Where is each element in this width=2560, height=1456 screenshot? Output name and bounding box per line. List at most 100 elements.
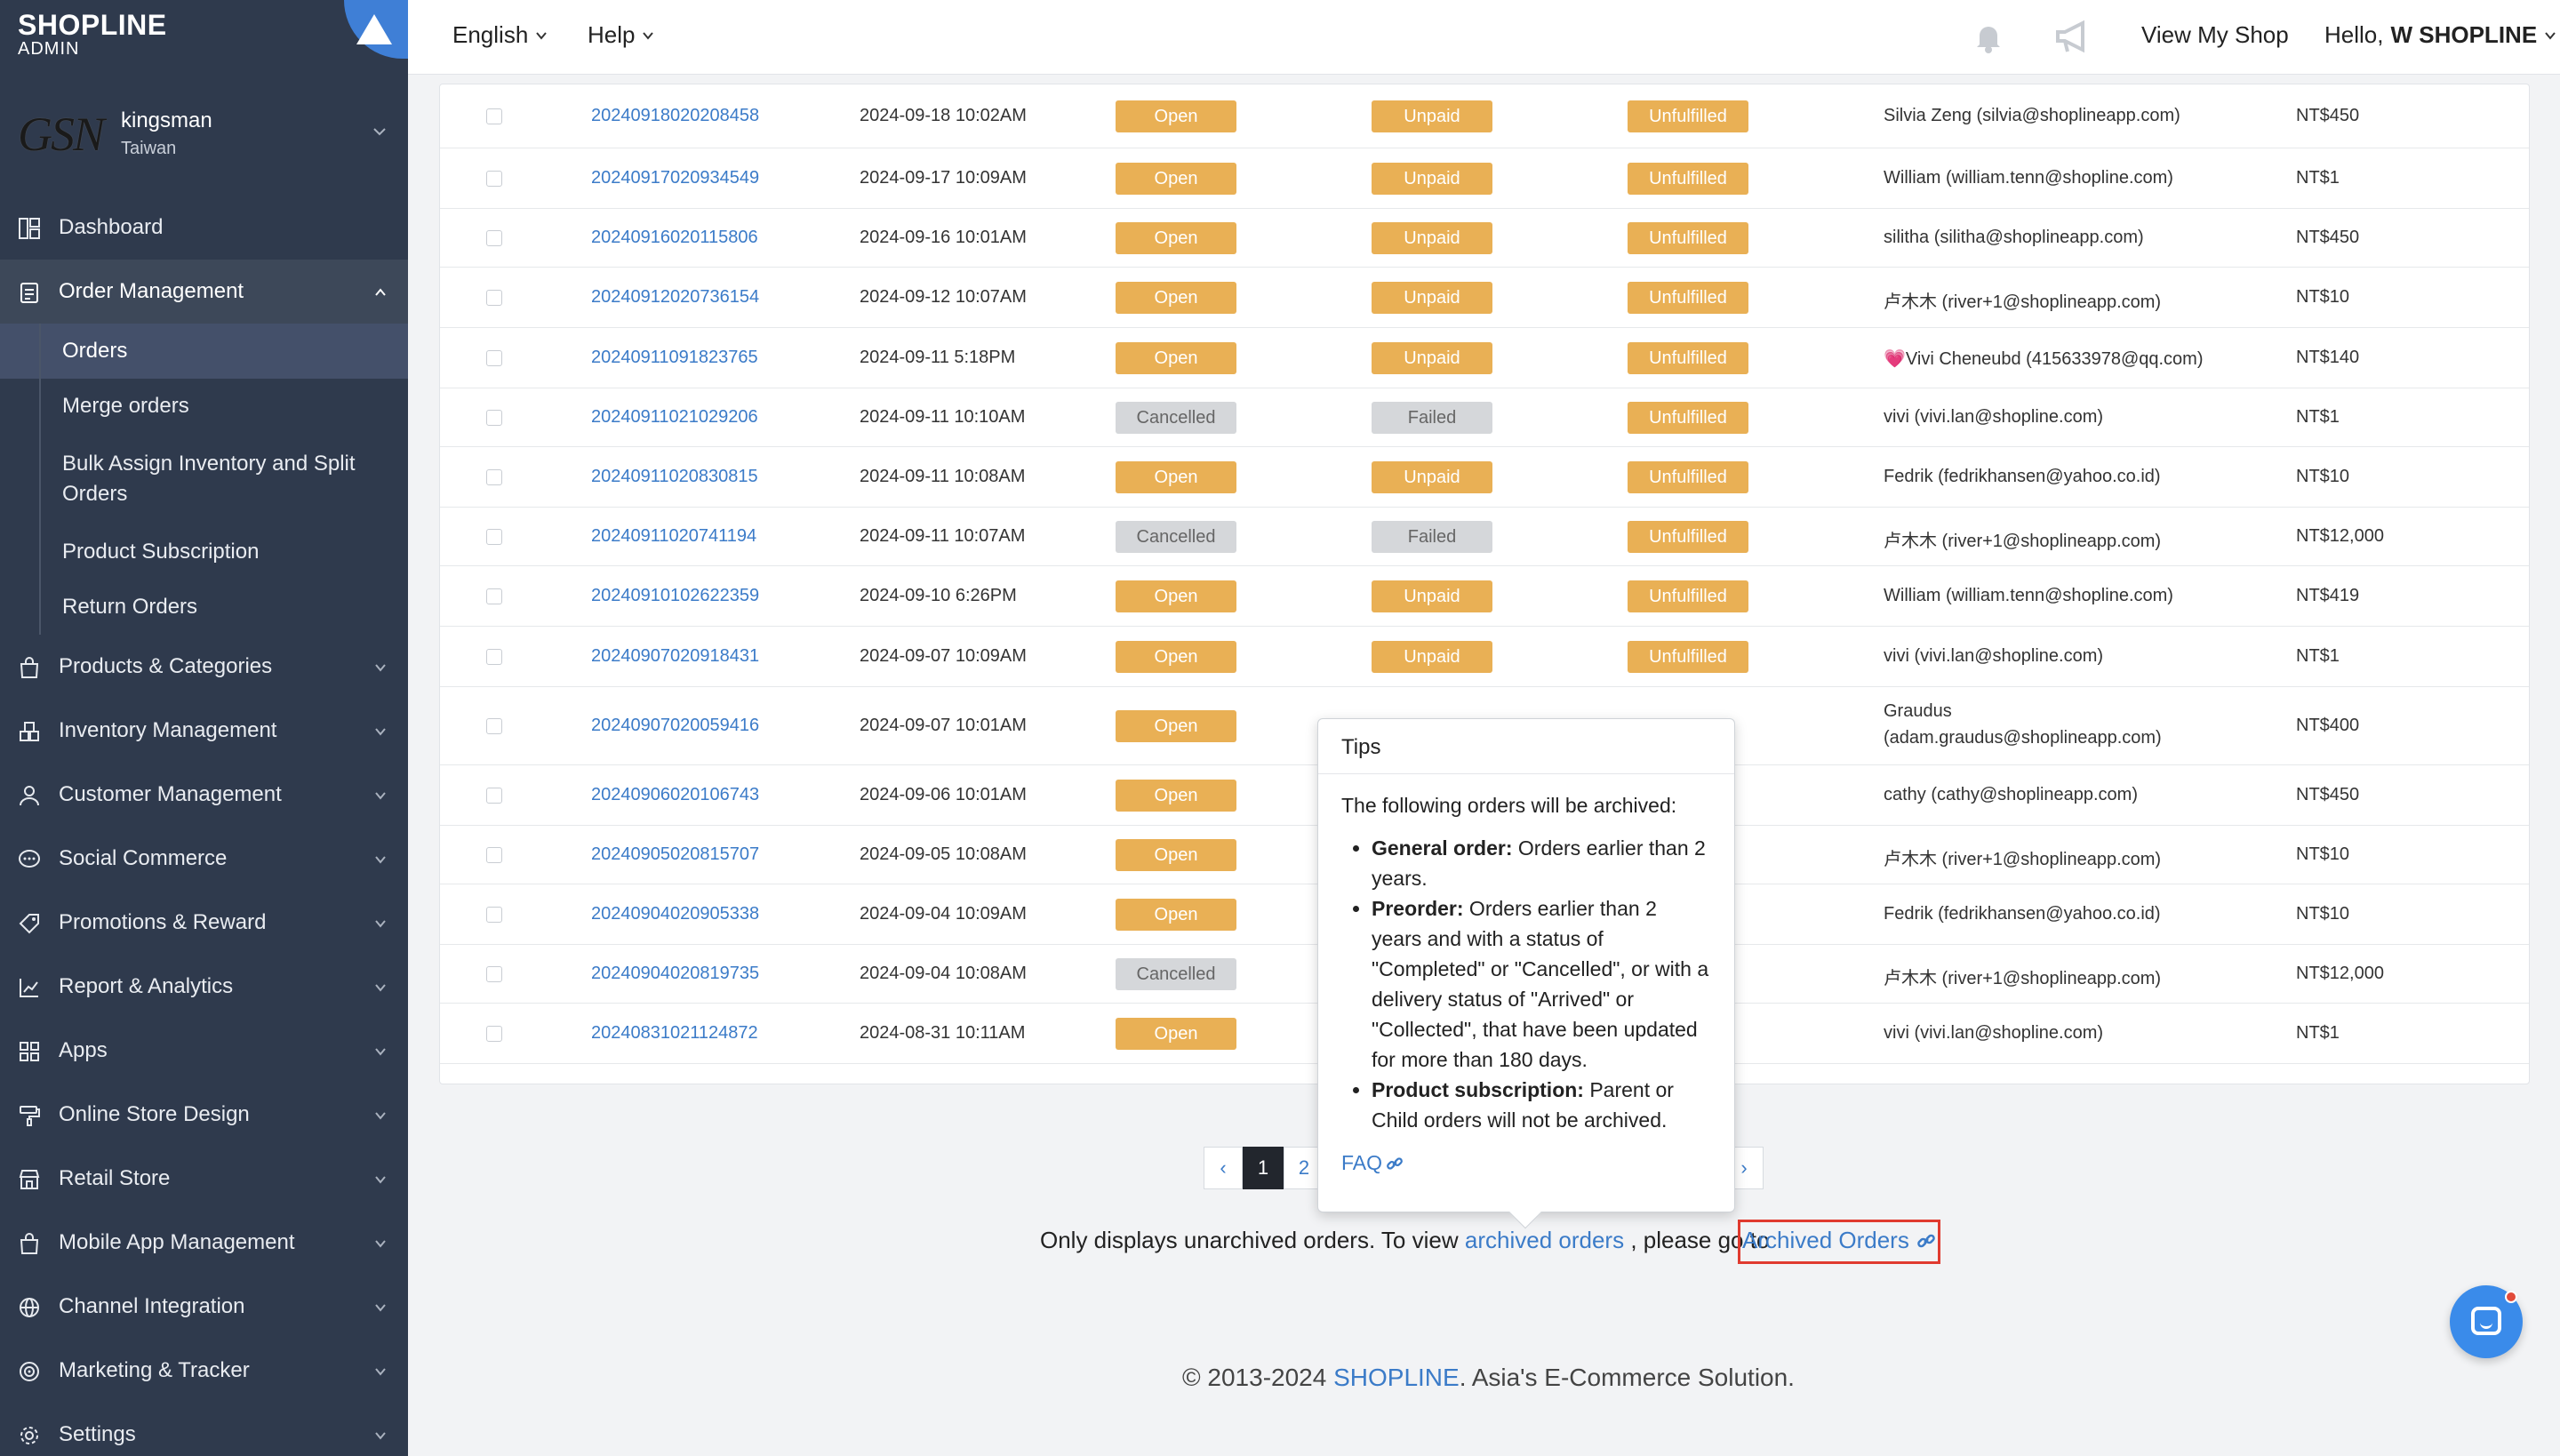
customer-email: (adam.graudus@shoplineapp.com) <box>1884 728 2162 748</box>
row-checkbox[interactable] <box>486 588 502 604</box>
pagination-page-1[interactable]: 1 <box>1243 1147 1284 1189</box>
tips-list: General order: Orders earlier than 2 yea… <box>1341 833 1711 1135</box>
nav-apps[interactable]: Apps <box>0 1019 408 1083</box>
order-number-link[interactable]: 20240904020905338 <box>591 904 759 924</box>
order-status-badge: Cancelled <box>1116 402 1236 434</box>
nav-inventory[interactable]: Inventory Management <box>0 699 408 763</box>
nav-dashboard[interactable]: Dashboard <box>0 196 408 260</box>
table-row[interactable]: 20240907020918431 2024-09-07 10:09AM Open U… <box>440 627 2529 687</box>
table-row[interactable]: 20240916020115806 2024-09-16 10:01AM Open U… <box>440 209 2529 268</box>
row-checkbox[interactable] <box>486 847 502 863</box>
row-checkbox[interactable] <box>486 649 502 665</box>
user-menu[interactable]: Hello, W SHOPLINE <box>2324 21 2556 49</box>
nav-social[interactable]: Social Commerce <box>0 827 408 891</box>
order-date: 2024-09-04 10:09AM <box>860 904 1027 924</box>
row-checkbox[interactable] <box>486 350 502 366</box>
nav-report[interactable]: Report & Analytics <box>0 955 408 1019</box>
order-number-link[interactable]: 20240906020106743 <box>591 785 759 805</box>
order-total: NT$1 <box>2296 168 2340 188</box>
customer-name: 卢木木 (river+1@shoplineapp.com) <box>1884 292 2162 312</box>
customer-name: silitha (silitha@shoplineapp.com) <box>1884 228 2144 247</box>
sub-item-return-orders[interactable]: Return Orders <box>0 580 408 635</box>
table-row[interactable]: 20240911020741194 2024-09-11 10:07AM Cance… <box>440 508 2529 566</box>
row-checkbox[interactable] <box>486 230 502 246</box>
tips-arrow <box>1508 1196 1542 1229</box>
nav-marketing[interactable]: Marketing & Tracker <box>0 1339 408 1403</box>
order-number-link[interactable]: 20240907020918431 <box>591 646 759 667</box>
nav-mobile-app[interactable]: Mobile App Management <box>0 1211 408 1275</box>
table-row[interactable]: 20240910102622359 2024-09-10 6:26PM Open Un… <box>440 566 2529 627</box>
pagination-prev[interactable]: ‹ <box>1204 1147 1243 1189</box>
chat-launcher[interactable] <box>2450 1285 2523 1358</box>
table-row[interactable]: 20240911091823765 2024-09-11 5:18PM Open Un… <box>440 328 2529 388</box>
notification-bell[interactable] <box>1971 20 2006 55</box>
row-checkbox[interactable] <box>486 290 502 306</box>
order-total: NT$12,000 <box>2296 964 2384 983</box>
faq-link[interactable]: FAQ <box>1341 1151 1404 1175</box>
nav-customer-label: Customer Management <box>59 782 282 806</box>
order-number-link[interactable]: 20240912020736154 <box>591 287 759 308</box>
nav-promotions[interactable]: Promotions & Reward <box>0 891 408 955</box>
store-switcher[interactable]: GSN kingsman Taiwan <box>0 89 408 178</box>
nav-marketing-label: Marketing & Tracker <box>59 1358 250 1382</box>
order-number-link[interactable]: 20240911020830815 <box>591 467 758 487</box>
table-row[interactable]: 20240918020208458 2024-09-18 10:02AM Open U… <box>440 84 2529 148</box>
row-checkbox[interactable] <box>486 410 502 426</box>
order-number-link[interactable]: 20240905020815707 <box>591 844 759 865</box>
row-checkbox[interactable] <box>486 529 502 545</box>
order-total: NT$450 <box>2296 785 2360 804</box>
row-checkbox[interactable] <box>486 907 502 923</box>
announcement-button[interactable] <box>2054 20 2093 55</box>
sub-item-orders[interactable]: Orders <box>0 324 408 379</box>
sub-item-merge-orders[interactable]: Merge orders <box>0 379 408 434</box>
nav-products[interactable]: Products & Categories <box>0 635 408 699</box>
row-checkbox[interactable] <box>486 469 502 485</box>
order-number-link[interactable]: 20240917020934549 <box>591 168 759 188</box>
order-total: NT$400 <box>2296 716 2360 735</box>
nav-channel-label: Channel Integration <box>59 1294 245 1318</box>
row-checkbox[interactable] <box>486 966 502 982</box>
row-checkbox[interactable] <box>486 171 502 187</box>
order-number-link[interactable]: 20240907020059416 <box>591 716 759 736</box>
sub-item-bulk-assign[interactable]: Bulk Assign Inventory and Split Orders <box>0 434 408 524</box>
table-row[interactable]: 20240911020830815 2024-09-11 10:08AM Open U… <box>440 447 2529 508</box>
table-row[interactable]: 20240912020736154 2024-09-12 10:07AM Open U… <box>440 268 2529 328</box>
nav-dashboard-label: Dashboard <box>59 215 164 239</box>
archived-orders-link[interactable]: archived orders <box>1465 1227 1624 1253</box>
nav-settings[interactable]: Settings <box>0 1403 408 1456</box>
store-name: kingsman <box>121 108 212 132</box>
row-checkbox[interactable] <box>486 718 502 734</box>
row-checkbox[interactable] <box>486 788 502 804</box>
order-submenu: Orders Merge orders Bulk Assign Inventor… <box>0 324 408 635</box>
order-number-link[interactable]: 20240904020819735 <box>591 964 759 984</box>
language-dropdown[interactable]: English <box>452 21 548 49</box>
customer-name: cathy (cathy@shoplineapp.com) <box>1884 785 2138 804</box>
nav-channel[interactable]: Channel Integration <box>0 1275 408 1339</box>
order-number-link[interactable]: 20240911020741194 <box>591 526 756 547</box>
nav-online-store[interactable]: Online Store Design <box>0 1083 408 1147</box>
brand[interactable]: SHOPLINE ADMIN <box>0 0 408 75</box>
row-checkbox[interactable] <box>486 1026 502 1042</box>
order-date: 2024-09-12 10:07AM <box>860 287 1027 307</box>
order-date: 2024-09-11 10:07AM <box>860 526 1026 546</box>
view-my-shop-link[interactable]: View My Shop <box>2141 21 2289 49</box>
order-number-link[interactable]: 20240911091823765 <box>591 348 758 368</box>
tips-item-preorder: Preorder: Orders earlier than 2 years an… <box>1372 893 1711 1075</box>
help-dropdown[interactable]: Help <box>588 21 654 49</box>
order-status-badge: Open <box>1116 780 1236 812</box>
table-row[interactable]: 20240917020934549 2024-09-17 10:09AM Open U… <box>440 148 2529 209</box>
order-number-link[interactable]: 20240831021124872 <box>591 1023 758 1044</box>
order-number-link[interactable]: 20240911021029206 <box>591 407 758 428</box>
nav-retail[interactable]: Retail Store <box>0 1147 408 1211</box>
table-row[interactable]: 20240911021029206 2024-09-11 10:10AM Cance… <box>440 388 2529 447</box>
nav-customer[interactable]: Customer Management <box>0 763 408 827</box>
row-checkbox[interactable] <box>486 108 502 124</box>
order-number-link[interactable]: 20240916020115806 <box>591 228 758 248</box>
order-status-badge: Open <box>1116 641 1236 673</box>
nav-order-management[interactable]: Order Management <box>0 260 408 324</box>
footer-brand-link[interactable]: SHOPLINE <box>1333 1364 1460 1391</box>
archived-orders-button[interactable]: Archived Orders <box>1742 1227 1936 1254</box>
order-number-link[interactable]: 20240918020208458 <box>591 106 759 126</box>
sub-item-product-subscription[interactable]: Product Subscription <box>0 524 408 580</box>
order-number-link[interactable]: 20240910102622359 <box>591 586 759 606</box>
